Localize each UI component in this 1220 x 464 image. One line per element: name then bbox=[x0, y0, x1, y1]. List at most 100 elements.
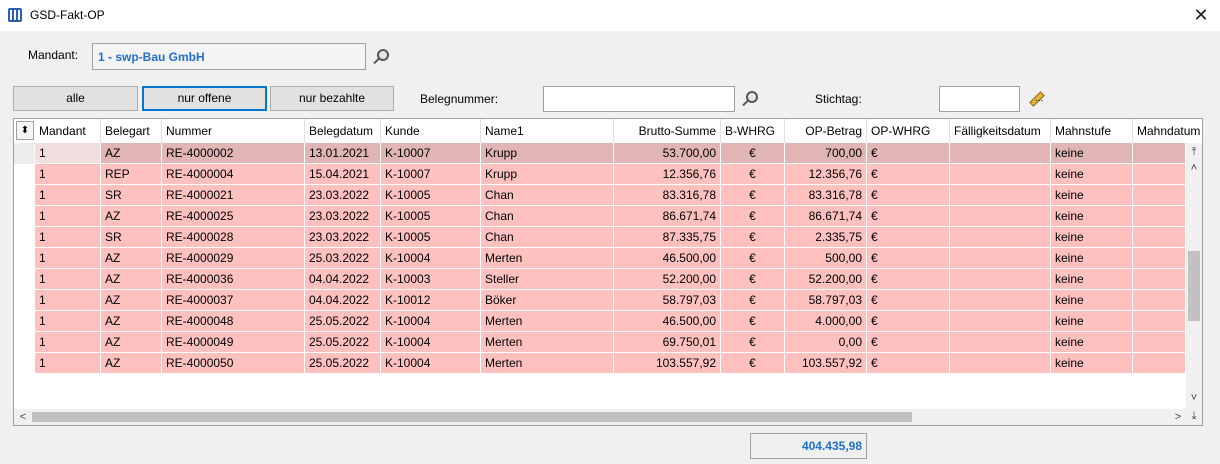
row-selector[interactable] bbox=[14, 227, 34, 248]
cell-belegart[interactable]: REP bbox=[101, 164, 162, 185]
col-op-betrag[interactable]: OP-Betrag bbox=[785, 119, 867, 143]
cell-brutto[interactable]: 69.750,01 bbox=[614, 332, 721, 353]
scroll-right-icon[interactable]: ˃ bbox=[1170, 410, 1186, 424]
cell-mahnstufe[interactable]: keine bbox=[1051, 332, 1133, 353]
cell-name1[interactable]: Merten bbox=[481, 353, 614, 374]
table-row[interactable]: 1 AZ RE-4000029 25.03.2022 K-10004 Merten 46.5… bbox=[14, 248, 1186, 269]
cell-nummer[interactable]: RE-4000036 bbox=[162, 269, 305, 290]
col-faelligkeit[interactable]: Fälligkeitsdatum bbox=[950, 119, 1051, 143]
horizontal-scrollbar[interactable]: ˂ ˃ bbox=[14, 409, 1186, 425]
cell-belegdatum[interactable]: 15.04.2021 bbox=[305, 164, 381, 185]
table-row[interactable]: 1 AZ RE-4000049 25.05.2022 K-10004 Merten 69.7… bbox=[14, 332, 1186, 353]
cell-op[interactable]: 700,00 bbox=[785, 143, 867, 164]
mandant-field[interactable]: 1 - swp-Bau GmbH bbox=[92, 43, 366, 70]
horizontal-scroll-thumb[interactable] bbox=[32, 412, 912, 422]
cell-brutto[interactable]: 86.671,74 bbox=[614, 206, 721, 227]
cell-op[interactable]: 52.200,00 bbox=[785, 269, 867, 290]
cell-mandant[interactable]: 1 bbox=[35, 311, 101, 332]
cell-op[interactable]: 58.797,03 bbox=[785, 290, 867, 311]
vertical-scroll-thumb[interactable] bbox=[1188, 251, 1200, 321]
scroll-down-icon[interactable]: ˅ bbox=[1186, 391, 1202, 405]
op-table[interactable]: ⬍ Mandant Belegart Nummer Belegdatum Kun… bbox=[13, 118, 1203, 426]
cell-opwhrg[interactable]: € bbox=[867, 353, 950, 374]
table-row[interactable]: 1 AZ RE-4000037 04.04.2022 K-10012 Böker 58.79… bbox=[14, 290, 1186, 311]
cell-mandant[interactable]: 1 bbox=[35, 332, 101, 353]
row-selector[interactable] bbox=[14, 311, 34, 332]
cell-kunde[interactable]: K-10005 bbox=[381, 206, 481, 227]
cell-faellig[interactable] bbox=[950, 353, 1051, 374]
cell-mandant[interactable]: 1 bbox=[35, 206, 101, 227]
cell-mahnstufe[interactable]: keine bbox=[1051, 227, 1133, 248]
cell-brutto[interactable]: 103.557,92 bbox=[614, 353, 721, 374]
cell-op[interactable]: 500,00 bbox=[785, 248, 867, 269]
cell-nummer[interactable]: RE-4000050 bbox=[162, 353, 305, 374]
cell-mahndatum[interactable] bbox=[1133, 353, 1186, 374]
col-mandant[interactable]: Mandant bbox=[35, 119, 101, 143]
cell-bwhrg[interactable]: € bbox=[721, 206, 785, 227]
cell-mahndatum[interactable] bbox=[1133, 269, 1186, 290]
cell-brutto[interactable]: 12.356,76 bbox=[614, 164, 721, 185]
col-name1[interactable]: Name1 bbox=[481, 119, 614, 143]
cell-op[interactable]: 83.316,78 bbox=[785, 185, 867, 206]
cell-brutto[interactable]: 83.316,78 bbox=[614, 185, 721, 206]
cell-mahnstufe[interactable]: keine bbox=[1051, 269, 1133, 290]
cell-opwhrg[interactable]: € bbox=[867, 269, 950, 290]
cell-faellig[interactable] bbox=[950, 206, 1051, 227]
cell-kunde[interactable]: K-10005 bbox=[381, 185, 481, 206]
cell-kunde[interactable]: K-10005 bbox=[381, 227, 481, 248]
cell-mandant[interactable]: 1 bbox=[35, 290, 101, 311]
cell-faellig[interactable] bbox=[950, 164, 1051, 185]
cell-bwhrg[interactable]: € bbox=[721, 227, 785, 248]
cell-name1[interactable]: Merten bbox=[481, 248, 614, 269]
cell-brutto[interactable]: 52.200,00 bbox=[614, 269, 721, 290]
table-row[interactable]: 1 AZ RE-4000048 25.05.2022 K-10004 Merten 46.5… bbox=[14, 311, 1186, 332]
cell-belegdatum[interactable]: 25.05.2022 bbox=[305, 353, 381, 374]
row-selector[interactable] bbox=[14, 164, 34, 185]
scroll-up-icon[interactable]: ˄ bbox=[1186, 161, 1202, 175]
cell-brutto[interactable]: 46.500,00 bbox=[614, 248, 721, 269]
cell-op[interactable]: 0,00 bbox=[785, 332, 867, 353]
cell-name1[interactable]: Merten bbox=[481, 332, 614, 353]
cell-belegdatum[interactable]: 25.03.2022 bbox=[305, 248, 381, 269]
cell-faellig[interactable] bbox=[950, 185, 1051, 206]
cell-mahnstufe[interactable]: keine bbox=[1051, 353, 1133, 374]
sort-toggle-icon[interactable]: ⬍ bbox=[16, 121, 34, 140]
cell-brutto[interactable]: 58.797,03 bbox=[614, 290, 721, 311]
cell-nummer[interactable]: RE-4000037 bbox=[162, 290, 305, 311]
cell-bwhrg[interactable]: € bbox=[721, 269, 785, 290]
cell-belegart[interactable]: AZ bbox=[101, 206, 162, 227]
row-selector[interactable] bbox=[14, 269, 34, 290]
cell-kunde[interactable]: K-10004 bbox=[381, 332, 481, 353]
row-selector[interactable] bbox=[14, 353, 34, 374]
cell-kunde[interactable]: K-10007 bbox=[381, 164, 481, 185]
cell-belegart[interactable]: AZ bbox=[101, 353, 162, 374]
cell-bwhrg[interactable]: € bbox=[721, 311, 785, 332]
cell-opwhrg[interactable]: € bbox=[867, 185, 950, 206]
vertical-scrollbar[interactable]: ⤒ ˄ ˅ ⤓ bbox=[1186, 143, 1202, 425]
cell-op[interactable]: 103.557,92 bbox=[785, 353, 867, 374]
cell-nummer[interactable]: RE-4000025 bbox=[162, 206, 305, 227]
cell-mandant[interactable]: 1 bbox=[35, 185, 101, 206]
cell-name1[interactable]: Chan bbox=[481, 227, 614, 248]
cell-bwhrg[interactable]: € bbox=[721, 143, 785, 164]
cell-name1[interactable]: Merten bbox=[481, 311, 614, 332]
scroll-left-icon[interactable]: ˂ bbox=[15, 410, 31, 424]
cell-belegdatum[interactable]: 25.05.2022 bbox=[305, 332, 381, 353]
cell-bwhrg[interactable]: € bbox=[721, 185, 785, 206]
cell-opwhrg[interactable]: € bbox=[867, 164, 950, 185]
cell-mandant[interactable]: 1 bbox=[35, 353, 101, 374]
cell-mandant[interactable]: 1 bbox=[35, 269, 101, 290]
cell-mahnstufe[interactable]: keine bbox=[1051, 248, 1133, 269]
cell-belegart[interactable]: AZ bbox=[101, 311, 162, 332]
row-selector[interactable] bbox=[14, 332, 34, 353]
filter-open-button[interactable]: nur offene bbox=[142, 86, 267, 111]
row-selector[interactable] bbox=[14, 248, 34, 269]
cell-kunde[interactable]: K-10007 bbox=[381, 143, 481, 164]
cell-belegdatum[interactable]: 04.04.2022 bbox=[305, 290, 381, 311]
cell-kunde[interactable]: K-10004 bbox=[381, 311, 481, 332]
mandant-search-icon[interactable] bbox=[372, 49, 389, 65]
cell-name1[interactable]: Chan bbox=[481, 206, 614, 227]
pencil-icon[interactable] bbox=[1026, 89, 1046, 107]
col-opwhrg[interactable]: OP-WHRG bbox=[867, 119, 950, 143]
table-row[interactable]: 1 REP RE-4000004 15.04.2021 K-10007 Krupp 12.3… bbox=[14, 164, 1186, 185]
